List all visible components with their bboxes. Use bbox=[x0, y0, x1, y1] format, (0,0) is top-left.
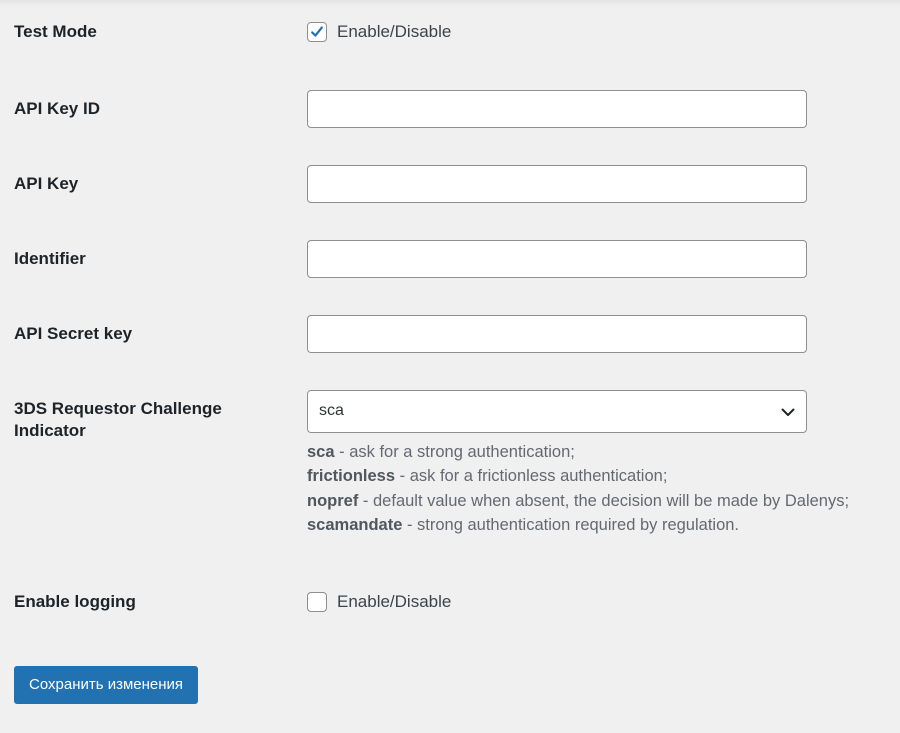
description-term: scamandate bbox=[307, 515, 403, 534]
description-text: - ask for a frictionless authentication; bbox=[395, 467, 668, 486]
challenge-indicator-label-line1: 3DS Requestor Challenge bbox=[14, 399, 222, 418]
api-key-id-label: API Key ID bbox=[14, 99, 100, 118]
description-text: - strong authentication required by regu… bbox=[402, 515, 740, 534]
checkmark-icon bbox=[311, 26, 323, 37]
description-line: nopref - default value when absent, the … bbox=[307, 489, 849, 513]
api-secret-key-input[interactable] bbox=[307, 315, 807, 353]
top-shadow bbox=[0, 0, 900, 6]
description-term: sca bbox=[307, 443, 335, 461]
api-key-input[interactable] bbox=[307, 165, 807, 203]
description-line: sca - ask for a strong authentication; bbox=[307, 440, 849, 464]
challenge-indicator-label: 3DS Requestor Challenge Indicator bbox=[14, 398, 274, 442]
description-term: frictionless bbox=[307, 467, 396, 486]
api-secret-key-label: API Secret key bbox=[14, 324, 133, 343]
challenge-indicator-selected-value: sca bbox=[319, 402, 344, 419]
challenge-indicator-label-line2: Indicator bbox=[14, 421, 86, 440]
test-mode-checkbox[interactable] bbox=[307, 22, 327, 42]
description-term: nopref bbox=[307, 491, 359, 510]
test-mode-checkbox-label[interactable]: Enable/Disable bbox=[337, 22, 451, 42]
enable-logging-row: Enable/Disable bbox=[307, 591, 451, 613]
chevron-down-icon bbox=[781, 408, 795, 416]
save-changes-button[interactable]: Сохранить изменения bbox=[14, 666, 199, 704]
description-line: frictionless - ask for a frictionless au… bbox=[307, 464, 849, 488]
identifier-input[interactable] bbox=[307, 240, 807, 278]
challenge-indicator-description: sca - ask for a strong authentication; f… bbox=[307, 440, 849, 537]
test-mode-label: Test Mode bbox=[14, 22, 97, 41]
test-mode-row: Enable/Disable bbox=[307, 21, 451, 43]
challenge-indicator-select[interactable]: sca bbox=[307, 390, 807, 433]
api-key-id-input[interactable] bbox=[307, 90, 807, 128]
api-key-label: API Key bbox=[14, 174, 79, 193]
enable-logging-checkbox[interactable] bbox=[307, 592, 327, 612]
description-text: - default value when absent, the decisio… bbox=[358, 491, 850, 510]
identifier-label: Identifier bbox=[14, 249, 86, 268]
enable-logging-checkbox-label[interactable]: Enable/Disable bbox=[337, 592, 451, 612]
description-text: - ask for a strong authentication; bbox=[334, 443, 575, 461]
description-line: scamandate - strong authentication requi… bbox=[307, 513, 849, 537]
enable-logging-label: Enable logging bbox=[14, 592, 136, 611]
